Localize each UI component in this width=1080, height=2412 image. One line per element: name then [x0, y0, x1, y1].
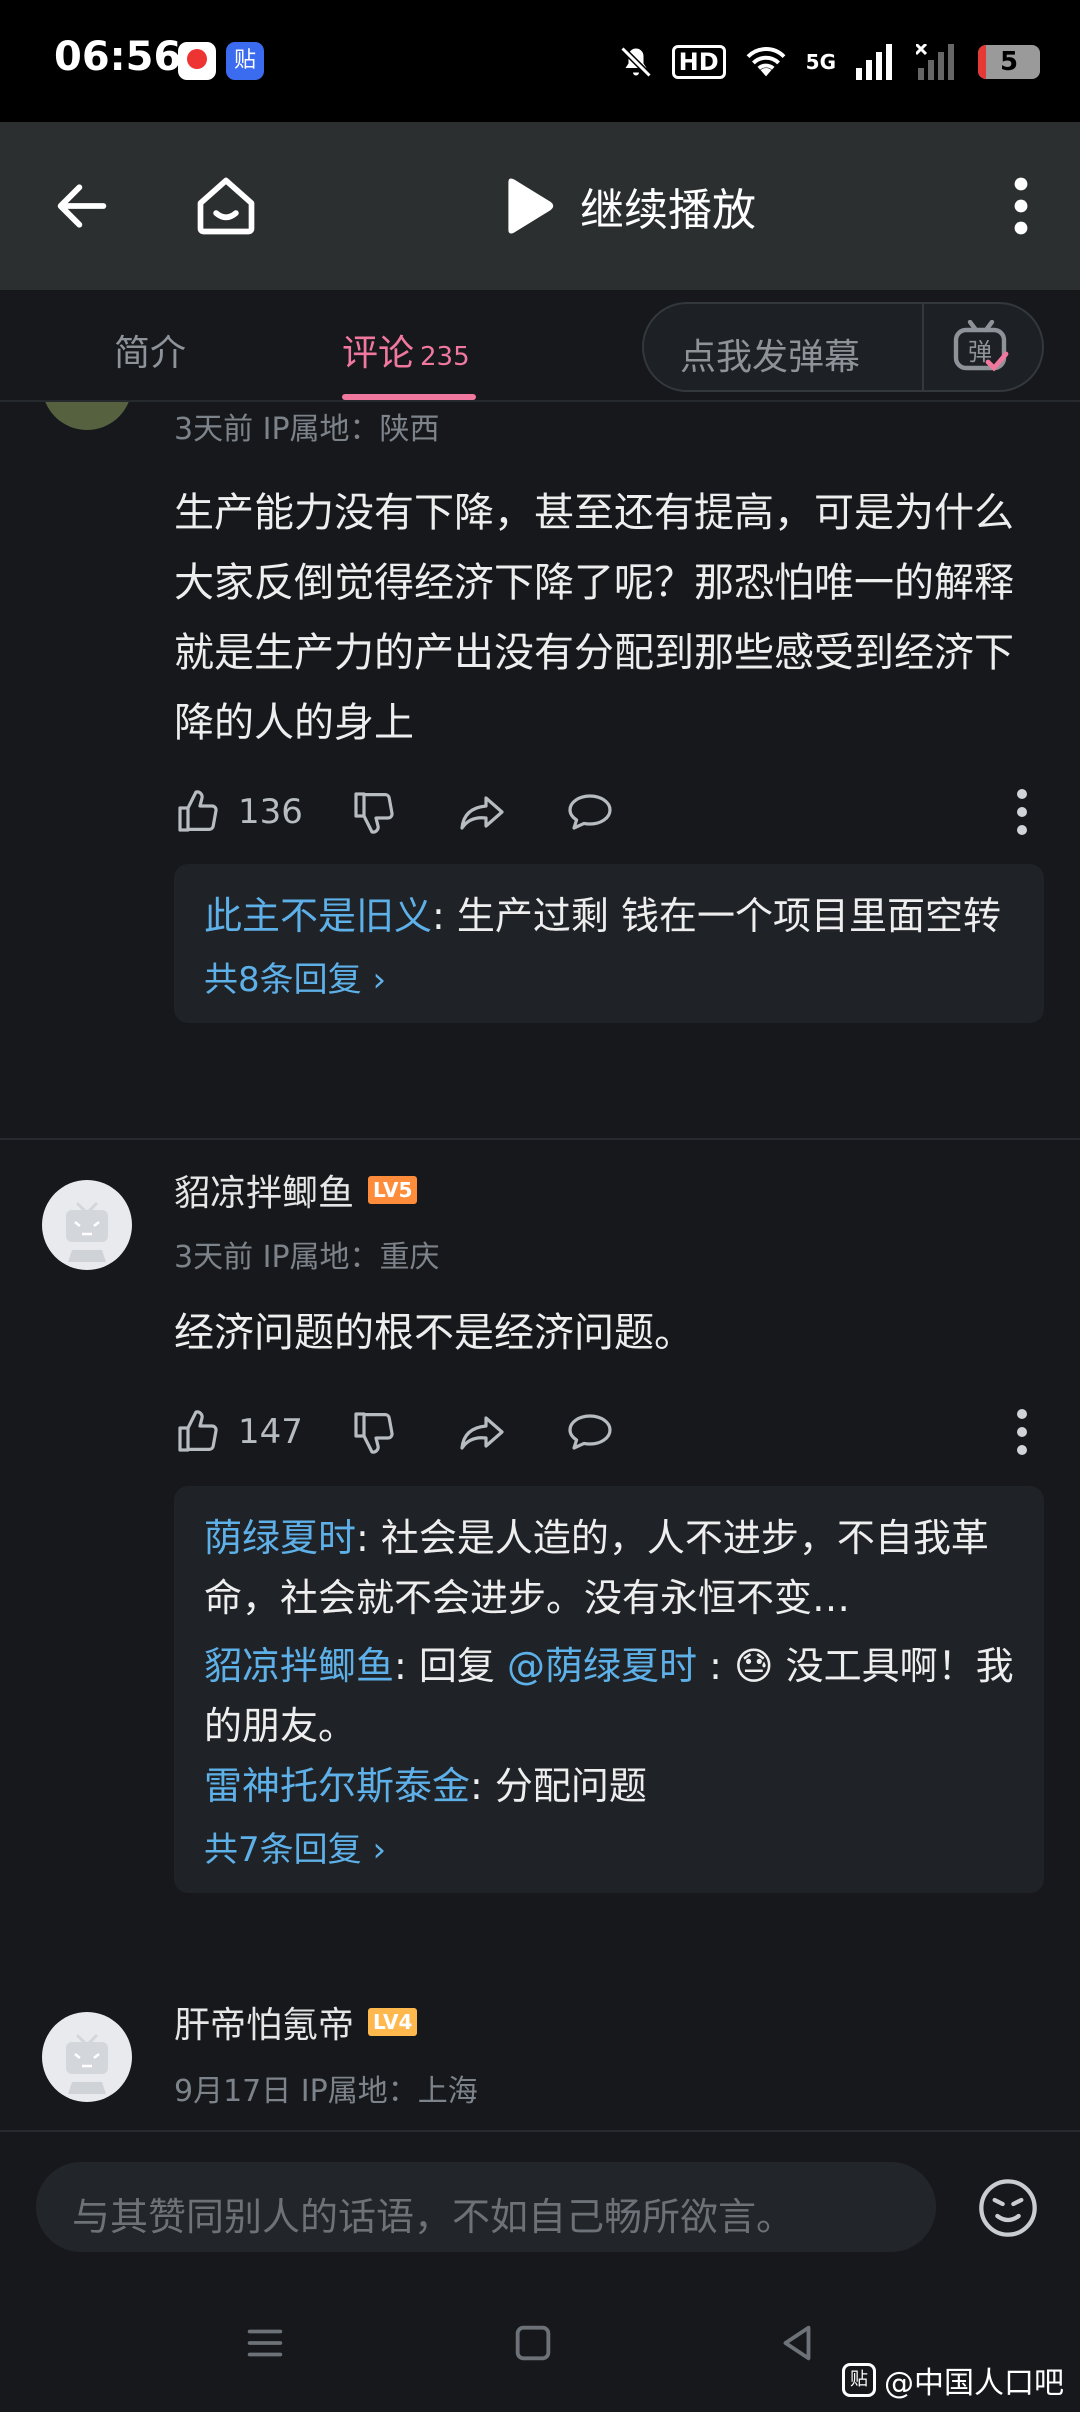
- home-square-icon[interactable]: [510, 2320, 556, 2366]
- comment-meta: 3天前 IP属地：陕西: [174, 412, 440, 447]
- signal-no-sim-icon: [916, 44, 954, 80]
- level-badge: LV4: [368, 2008, 418, 2036]
- reply-text: : 分配问题: [470, 1764, 647, 1808]
- thumbs-up-icon: [178, 790, 218, 832]
- more-replies-link[interactable]: 共7条回复 ›: [204, 1822, 1014, 1871]
- tab-comments[interactable]: 评论 235: [342, 324, 470, 376]
- dislike-button[interactable]: [350, 782, 398, 842]
- bell-off-icon: [620, 46, 652, 78]
- comment-meta: 3天前 IP属地：重庆: [174, 1240, 440, 1275]
- comment-input-placeholder: 与其赞同别人的话语，不如自己畅所欲言。: [72, 2195, 795, 2239]
- chat-bubble-icon: [568, 794, 612, 830]
- username-text: 貂凉拌鲫鱼: [174, 1173, 355, 1214]
- danmu-input[interactable]: 点我发弹幕 弹: [642, 302, 1044, 392]
- comment-input[interactable]: 与其赞同别人的话语，不如自己畅所欲言。: [36, 2162, 936, 2252]
- avatar[interactable]: [42, 1180, 132, 1270]
- default-avatar-icon: [66, 1202, 108, 1262]
- comment-more-icon[interactable]: [1012, 788, 1032, 836]
- comment-divider: [0, 1138, 1080, 1140]
- back-triangle-icon[interactable]: [774, 2320, 820, 2366]
- like-count: 136: [238, 792, 303, 832]
- username-text: 肝帝怕氪帝: [174, 2005, 355, 2046]
- player-top-bar: 继续播放: [0, 122, 1080, 290]
- comment-feed: 3天前 IP属地：陕西 生产能力没有下降，甚至还有提高，可是为什么大家反倒觉得经…: [0, 402, 1080, 2130]
- comment-username[interactable]: 貂凉拌鲫鱼 LV5: [174, 1164, 418, 1216]
- like-button[interactable]: 147: [174, 1402, 303, 1462]
- share-icon: [460, 796, 504, 830]
- reply-mention[interactable]: @荫绿夏时: [507, 1644, 697, 1688]
- reply-item: 荫绿夏时: 社会是人造的，人不进步，不自我革命，社会就不会进步。没有永恒不变…: [204, 1508, 1014, 1628]
- thumbs-down-icon: [354, 1412, 394, 1454]
- reply-button[interactable]: [566, 782, 614, 842]
- comment-text: 生产能力没有下降，甚至还有提高，可是为什么大家反倒觉得经济下降了呢？那恐怕唯一的…: [174, 490, 1014, 746]
- danmu-toggle-icon[interactable]: 弹: [952, 320, 1010, 374]
- hd-icon: HD: [671, 45, 726, 79]
- comment-text: 经济问题的根不是经济问题。: [174, 1310, 694, 1356]
- reply-username[interactable]: 貂凉拌鲫鱼: [204, 1644, 394, 1688]
- reply-button[interactable]: [566, 1402, 614, 1462]
- default-avatar-icon: [66, 2034, 108, 2094]
- share-button[interactable]: [458, 782, 506, 842]
- avatar[interactable]: [42, 2012, 132, 2102]
- reply-item: 雷神托尔斯泰金: 分配问题: [204, 1756, 1014, 1816]
- watermark-badge: 贴: [842, 2363, 876, 2397]
- signal-icon: [856, 44, 892, 80]
- comment-input-bar: 与其赞同别人的话语，不如自己畅所欲言。: [0, 2130, 1080, 2280]
- network-label: 5G: [805, 50, 836, 74]
- comment-more-icon[interactable]: [1012, 1408, 1032, 1456]
- map-app-icon: [178, 42, 216, 80]
- reply-text-prefix: : 回复: [394, 1644, 507, 1688]
- tab-intro[interactable]: 简介: [114, 324, 186, 376]
- battery-icon: 5: [978, 45, 1040, 79]
- comment-username[interactable]: 肝帝怕氪帝 LV4: [174, 1996, 418, 2048]
- more-vertical-icon[interactable]: [1006, 176, 1036, 236]
- watermark-text: @中国人口吧: [884, 2366, 1064, 2401]
- wifi-icon: [746, 47, 786, 77]
- active-tab-indicator: [342, 394, 476, 400]
- thumbs-down-icon: [354, 792, 394, 834]
- level-badge: LV5: [368, 1176, 418, 1204]
- comment-actions: 136: [174, 782, 1040, 842]
- chat-bubble-icon: [568, 1414, 612, 1450]
- status-time: 06:56: [54, 34, 182, 80]
- back-arrow-icon[interactable]: [50, 174, 114, 238]
- play-icon: [508, 178, 554, 234]
- danmu-separator: [922, 304, 924, 390]
- tab-comments-label: 评论: [342, 333, 415, 374]
- status-bar: 06:56 贴 HD 5G 5: [0, 0, 1080, 122]
- comment-actions: 147: [174, 1402, 1040, 1462]
- reply-preview-box[interactable]: 此主不是旧义: 生产过剩 钱在一个项目里面空转 共8条回复 ›: [174, 864, 1044, 1023]
- watermark: 贴 @中国人口吧: [842, 2358, 1064, 2402]
- tab-bar: 简介 评论 235 点我发弹幕 弹: [0, 290, 1080, 402]
- emoji-icon[interactable]: [976, 2176, 1040, 2240]
- reply-username[interactable]: 雷神托尔斯泰金: [204, 1764, 470, 1808]
- comments-count: 235: [420, 342, 470, 372]
- home-icon[interactable]: [192, 172, 260, 240]
- reply-text: : 生产过剩 钱在一个项目里面空转: [432, 894, 1001, 938]
- reply-item: 此主不是旧义: 生产过剩 钱在一个项目里面空转: [204, 886, 1014, 946]
- reply-username[interactable]: 此主不是旧义: [204, 894, 432, 938]
- reply-username[interactable]: 荫绿夏时: [204, 1516, 356, 1560]
- more-replies-link[interactable]: 共8条回复 ›: [204, 952, 1014, 1001]
- share-icon: [460, 1416, 504, 1450]
- dislike-button[interactable]: [350, 1402, 398, 1462]
- like-count: 147: [238, 1412, 303, 1452]
- status-icons: HD 5G 5: [618, 34, 1040, 90]
- danmu-placeholder: 点我发弹幕: [680, 337, 861, 378]
- menu-icon[interactable]: [242, 2320, 288, 2366]
- like-button[interactable]: 136: [174, 782, 303, 842]
- avatar[interactable]: [42, 402, 132, 430]
- share-button[interactable]: [458, 1402, 506, 1462]
- tieba-app-icon: 贴: [226, 42, 264, 80]
- reply-item: 貂凉拌鲫鱼: 回复 @荫绿夏时 : 😓 没工具啊！我的朋友。: [204, 1636, 1014, 1756]
- reply-preview-box[interactable]: 荫绿夏时: 社会是人造的，人不进步，不自我革命，社会就不会进步。没有永恒不变… …: [174, 1486, 1044, 1893]
- comment-meta: 9月17日 IP属地：上海: [174, 2074, 478, 2109]
- resume-play-button[interactable]: 继续播放: [500, 172, 756, 240]
- thumbs-up-icon: [178, 1410, 218, 1452]
- resume-label: 继续播放: [580, 185, 756, 236]
